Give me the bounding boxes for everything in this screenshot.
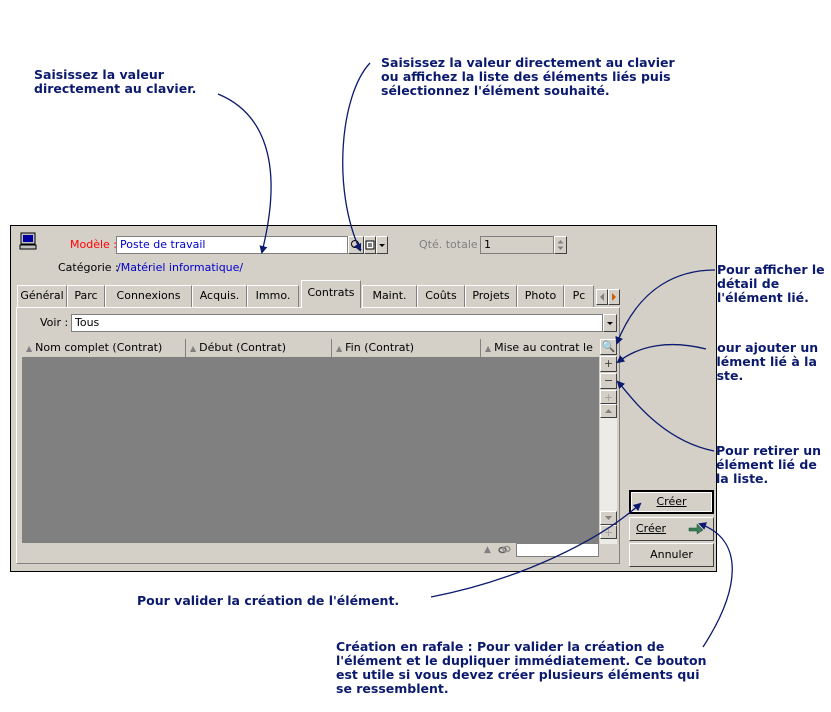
dropdown-arrow-icon[interactable]: [376, 236, 388, 254]
remove-linked-button[interactable]: −: [600, 373, 617, 389]
list-icon[interactable]: [364, 236, 376, 254]
burst-icon: [688, 522, 704, 536]
tab-parc[interactable]: Parc: [67, 285, 105, 307]
callout-show-detail: Pour afficher le détail de l'élément lié…: [717, 262, 825, 305]
grid-footer: ▲: [22, 542, 599, 558]
scroll-down-icon[interactable]: [600, 511, 617, 525]
create-burst-button[interactable]: Créer: [629, 517, 714, 541]
link-icon[interactable]: [498, 543, 511, 556]
callout-burst-creation: Création en rafale : Pour valider la cré…: [336, 639, 707, 696]
voir-select[interactable]: Tous: [71, 314, 603, 332]
asset-dialog: Modèle : Poste de travail Qté. totale : …: [10, 225, 717, 572]
tab-contrats[interactable]: Contrats: [301, 280, 361, 308]
callout-type-or-list: Saisissez la valeur directement au clavi…: [381, 55, 675, 98]
category-label: Catégorie :: [58, 261, 119, 274]
qty-spinner-icon[interactable]: [554, 236, 567, 254]
scroll-bottom-icon[interactable]: +: [600, 525, 617, 539]
sort-icon[interactable]: ▲: [484, 543, 491, 557]
scroll-top-icon[interactable]: +: [600, 390, 617, 404]
minus-icon: −: [603, 374, 614, 387]
category-value[interactable]: /Matériel informatique/: [117, 259, 243, 277]
tab-pc[interactable]: Pc: [564, 285, 594, 307]
cancel-button[interactable]: Annuler: [629, 543, 714, 567]
tab-couts[interactable]: Coûts: [417, 285, 465, 307]
tab-immo[interactable]: Immo.: [247, 285, 299, 307]
callout-validate-creation: Pour valider la création de l'élément.: [137, 593, 400, 608]
computer-icon: [19, 232, 37, 250]
plus-icon: +: [603, 357, 614, 370]
grid-body[interactable]: [22, 357, 599, 542]
qty-label: Qté. totale :: [419, 238, 485, 251]
column-header-name[interactable]: ▲ Nom complet (Contrat): [22, 339, 186, 357]
zoom-icon[interactable]: [348, 236, 364, 254]
grid-header: ▲ Nom complet (Contrat) ▲ Début (Contrat) …: [22, 339, 599, 358]
grid-footer-field: [516, 543, 599, 557]
model-label: Modèle :: [70, 238, 117, 251]
callout-remove-linked: Pour retirer un élément lié de la liste.: [716, 443, 822, 486]
tab-general[interactable]: Général: [17, 285, 67, 307]
tab-scroll-right-icon[interactable]: [608, 289, 620, 305]
qty-field[interactable]: 1: [480, 236, 554, 254]
arrow-to-list-button: [342, 62, 371, 252]
tab-scroll-left-icon[interactable]: [596, 289, 608, 305]
scroll-up-icon[interactable]: [600, 404, 617, 418]
column-header-contract-date[interactable]: ▲ Mise au contrat le: [481, 339, 599, 357]
column-header-start[interactable]: ▲ Début (Contrat): [186, 339, 332, 357]
tab-projets[interactable]: Projets: [465, 285, 517, 307]
create-button[interactable]: Créer: [629, 490, 714, 514]
add-linked-button[interactable]: +: [600, 356, 617, 372]
callout-add-linked: Pour ajouter un élément lié à la liste.: [708, 340, 819, 383]
voir-dropdown-icon[interactable]: [603, 314, 617, 332]
tab-acquis[interactable]: Acquis.: [192, 285, 247, 307]
magnifier-icon: 🔍: [601, 340, 616, 353]
column-header-end[interactable]: ▲ Fin (Contrat): [332, 339, 481, 357]
voir-label: Voir :: [40, 316, 69, 329]
tab-photo[interactable]: Photo: [517, 285, 564, 307]
model-field[interactable]: Poste de travail: [116, 236, 348, 254]
tab-maint[interactable]: Maint.: [362, 285, 417, 307]
callout-type-value: Saisissez la valeur directement au clavi…: [34, 67, 197, 96]
show-detail-button[interactable]: 🔍: [600, 339, 617, 355]
tab-connexions[interactable]: Connexions: [105, 285, 192, 307]
